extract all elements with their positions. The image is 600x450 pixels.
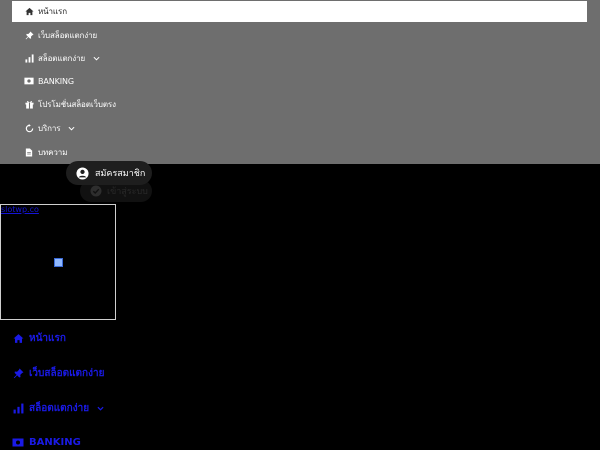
chevron-down-icon[interactable] <box>92 54 100 62</box>
home-icon <box>23 6 35 18</box>
menu-item-articles[interactable]: บทความ <box>12 141 67 163</box>
bar-chart-icon <box>12 402 24 414</box>
menu-item-easy-slot-web[interactable]: เว็บสล็อตแตกง่าย <box>12 24 97 46</box>
menu-item-services[interactable]: บริการ <box>12 117 76 139</box>
menu-item-label: โปรโมชั่นสล็อตเว็บตรง <box>38 99 116 109</box>
lower-menu-item-home[interactable]: หน้าแรก <box>12 330 66 346</box>
dropdown-menu: หน้าแรก เว็บสล็อตแตกง่าย สล็อตแตกง่าย BA… <box>0 0 600 164</box>
page: หน้าแรก เว็บสล็อตแตกง่าย สล็อตแตกง่าย BA… <box>0 0 600 450</box>
chevron-down-icon[interactable] <box>68 124 76 132</box>
menu-item-easy-slot[interactable]: สล็อตแตกง่าย <box>12 47 100 69</box>
gift-icon <box>23 98 35 110</box>
bar-chart-icon <box>23 52 35 64</box>
lower-menu-item-label: หน้าแรก <box>29 332 66 344</box>
pin-icon <box>12 367 24 379</box>
menu-item-label: เว็บสล็อตแตกง่าย <box>38 30 98 40</box>
pin-icon <box>23 29 35 41</box>
register-button[interactable]: สมัครสมาชิก <box>66 161 152 185</box>
menu-item-home[interactable]: หน้าแรก <box>12 1 587 22</box>
money-icon <box>12 436 24 448</box>
lower-menu-item-label: BANKING <box>29 436 81 448</box>
menu-item-label: บทความ <box>38 147 68 157</box>
user-circle-icon <box>75 166 89 180</box>
lower-menu-item-label: เว็บสล็อตแตกง่าย <box>29 367 105 379</box>
register-label: สมัครสมาชิก <box>95 169 146 179</box>
lower-menu-item-easy-slot[interactable]: สล็อตแตกง่าย <box>12 400 104 416</box>
lower-menu-item-easy-slot-web[interactable]: เว็บสล็อตแตกง่าย <box>12 365 104 381</box>
menu-item-label: BANKING <box>38 76 75 86</box>
logo-alt-text[interactable]: slotwp.co <box>1 205 39 214</box>
home-icon <box>12 332 24 344</box>
lower-menu-item-banking[interactable]: BANKING <box>12 434 81 450</box>
refresh-icon <box>23 122 35 134</box>
menu-item-label: บริการ <box>38 123 61 133</box>
chevron-down-icon[interactable] <box>96 404 104 412</box>
menu-item-label: สล็อตแตกง่าย <box>38 53 86 63</box>
money-icon <box>23 75 35 87</box>
menu-item-banking[interactable]: BANKING <box>12 70 74 92</box>
lower-menu-item-label: สล็อตแตกง่าย <box>29 402 90 414</box>
broken-image-icon <box>54 258 63 267</box>
login-label: เข้าสู่ระบบ <box>107 187 148 197</box>
menu-item-label: หน้าแรก <box>38 7 67 16</box>
check-circle-icon <box>89 185 102 198</box>
menu-item-promotion[interactable]: โปรโมชั่นสล็อตเว็บตรง <box>12 93 116 115</box>
document-icon <box>23 146 35 158</box>
